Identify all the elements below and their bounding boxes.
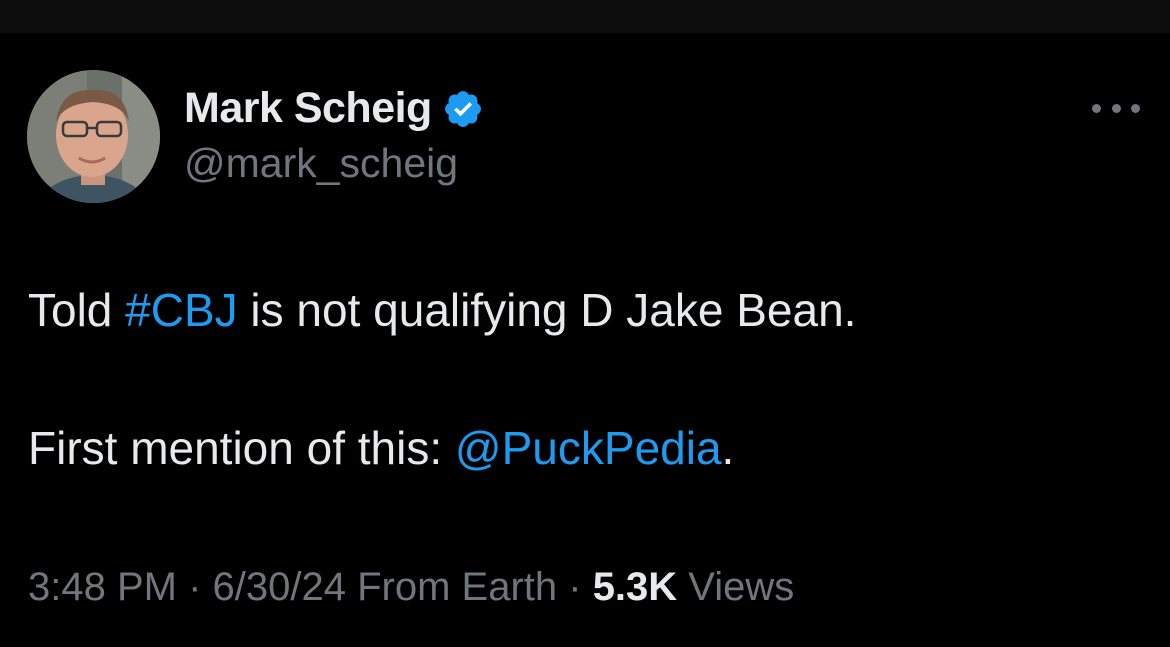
dot <box>1092 103 1101 113</box>
dot <box>1111 103 1121 113</box>
hashtag-link[interactable]: #CBJ <box>125 284 237 336</box>
tweet-text-line-2: First mention of this: @PuckPedia. <box>28 421 734 475</box>
tweet-text: is not qualifying D Jake Bean. <box>237 284 857 336</box>
tweet-time[interactable]: 3:48 PM <box>28 565 177 609</box>
more-horizontal-icon[interactable] <box>1092 96 1140 120</box>
tweet-text: . <box>721 422 735 474</box>
tweet-date[interactable]: 6/30/24 <box>213 565 346 609</box>
verified-badge-icon[interactable] <box>442 88 484 130</box>
author-name-row[interactable]: Mark Scheig <box>184 84 484 133</box>
mention-link[interactable]: @PuckPedia <box>455 422 722 474</box>
author-name[interactable]: Mark Scheig <box>184 84 432 133</box>
separator: · <box>176 565 213 609</box>
tweet-text-line-1: Told #CBJ is not qualifying D Jake Bean. <box>28 283 856 337</box>
views-count[interactable]: 5.3K <box>593 565 678 609</box>
top-status-strip <box>0 0 1170 33</box>
author-handle[interactable]: @mark_scheig <box>184 140 458 187</box>
dot <box>1131 103 1140 113</box>
tweet-source: From Earth <box>345 565 558 609</box>
avatar[interactable] <box>27 70 160 203</box>
tweet-meta: 3:48 PM · 6/30/24 From Earth · 5.3K View… <box>28 565 794 610</box>
tweet-text: Told <box>28 284 126 336</box>
tweet-text: First mention of this: <box>28 422 455 474</box>
separator: · <box>557 565 593 609</box>
views-label: Views <box>677 565 795 609</box>
